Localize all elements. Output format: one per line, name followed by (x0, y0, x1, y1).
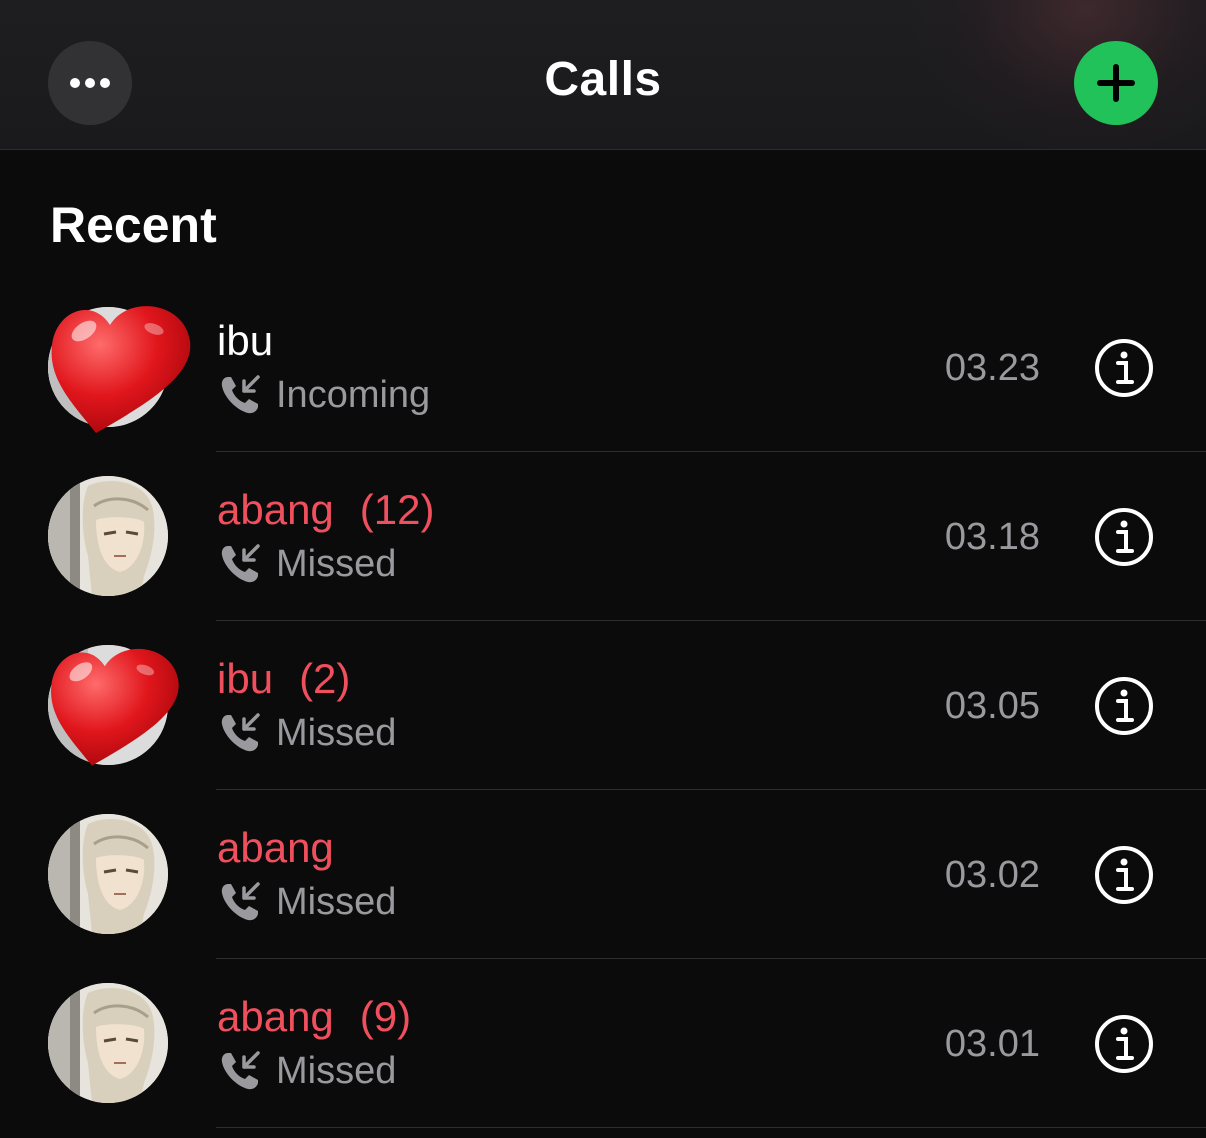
incoming-call-icon (221, 1051, 260, 1090)
section-heading-recent: Recent (50, 197, 217, 253)
call-type: Missed (218, 542, 396, 586)
call-status: Missed (276, 880, 397, 923)
info-icon[interactable] (1094, 507, 1154, 567)
anime-portrait-icon (48, 814, 168, 934)
info-icon[interactable] (1094, 845, 1154, 905)
contact-name: abang (217, 824, 334, 871)
contact-name-line: ibu (2) (217, 655, 350, 703)
contact-name: ibu (217, 317, 274, 364)
info-icon[interactable] (1094, 1014, 1154, 1074)
missed-count: (9) (359, 993, 412, 1040)
contact-name-line: abang (12) (217, 486, 435, 534)
anime-portrait-icon (48, 476, 168, 596)
call-time: 03.18 (944, 516, 1040, 558)
call-time: 03.01 (944, 1023, 1040, 1065)
call-row[interactable]: abang (9) Missed 03.01 (0, 959, 1206, 1128)
call-status: Missed (276, 542, 397, 585)
calls-screen: Calls Recent ibu Incoming 03.23 abang (1… (0, 0, 1206, 1138)
heart-sticker-icon (51, 306, 191, 433)
avatar (48, 476, 168, 596)
call-time: 03.02 (944, 854, 1040, 896)
heart-sticker-icon (51, 648, 179, 766)
call-type: Incoming (218, 373, 430, 417)
navigation-bar: Calls (0, 0, 1206, 150)
info-icon[interactable] (1094, 676, 1154, 736)
avatar (48, 983, 168, 1103)
contact-name-line: abang (217, 824, 334, 872)
missed-count: (12) (359, 486, 435, 533)
call-status: Incoming (276, 373, 431, 416)
row-divider (216, 1127, 1206, 1128)
avatar (48, 814, 168, 934)
incoming-call-icon (221, 713, 260, 752)
new-call-button[interactable] (1074, 41, 1158, 125)
plus-icon (1097, 64, 1135, 102)
missed-count: (2) (299, 655, 351, 702)
contact-name: abang (217, 993, 334, 1040)
anime-portrait-icon (48, 983, 168, 1103)
call-type: Missed (218, 1049, 396, 1093)
call-status: Missed (276, 1049, 397, 1092)
incoming-call-icon (221, 544, 260, 583)
contact-name: ibu (217, 655, 274, 702)
incoming-call-icon (221, 375, 260, 414)
call-time: 03.23 (944, 347, 1040, 389)
contact-name-line: abang (9) (217, 993, 411, 1041)
call-type: Missed (218, 880, 396, 924)
call-time: 03.05 (944, 685, 1040, 727)
contact-name: abang (217, 486, 334, 533)
incoming-call-icon (221, 882, 260, 921)
info-icon[interactable] (1094, 338, 1154, 398)
call-type: Missed (218, 711, 396, 755)
recent-calls-list: ibu Incoming 03.23 abang (12) Missed 03.… (0, 283, 1206, 1128)
call-row[interactable]: ibu (2) Missed 03.05 (0, 621, 1206, 790)
call-row[interactable]: ibu Incoming 03.23 (0, 283, 1206, 452)
call-row[interactable]: abang Missed 03.02 (0, 790, 1206, 959)
call-status: Missed (276, 711, 397, 754)
contact-name-line: ibu (217, 317, 273, 365)
page-title: Calls (544, 53, 662, 106)
call-row[interactable]: abang (12) Missed 03.18 (0, 452, 1206, 621)
